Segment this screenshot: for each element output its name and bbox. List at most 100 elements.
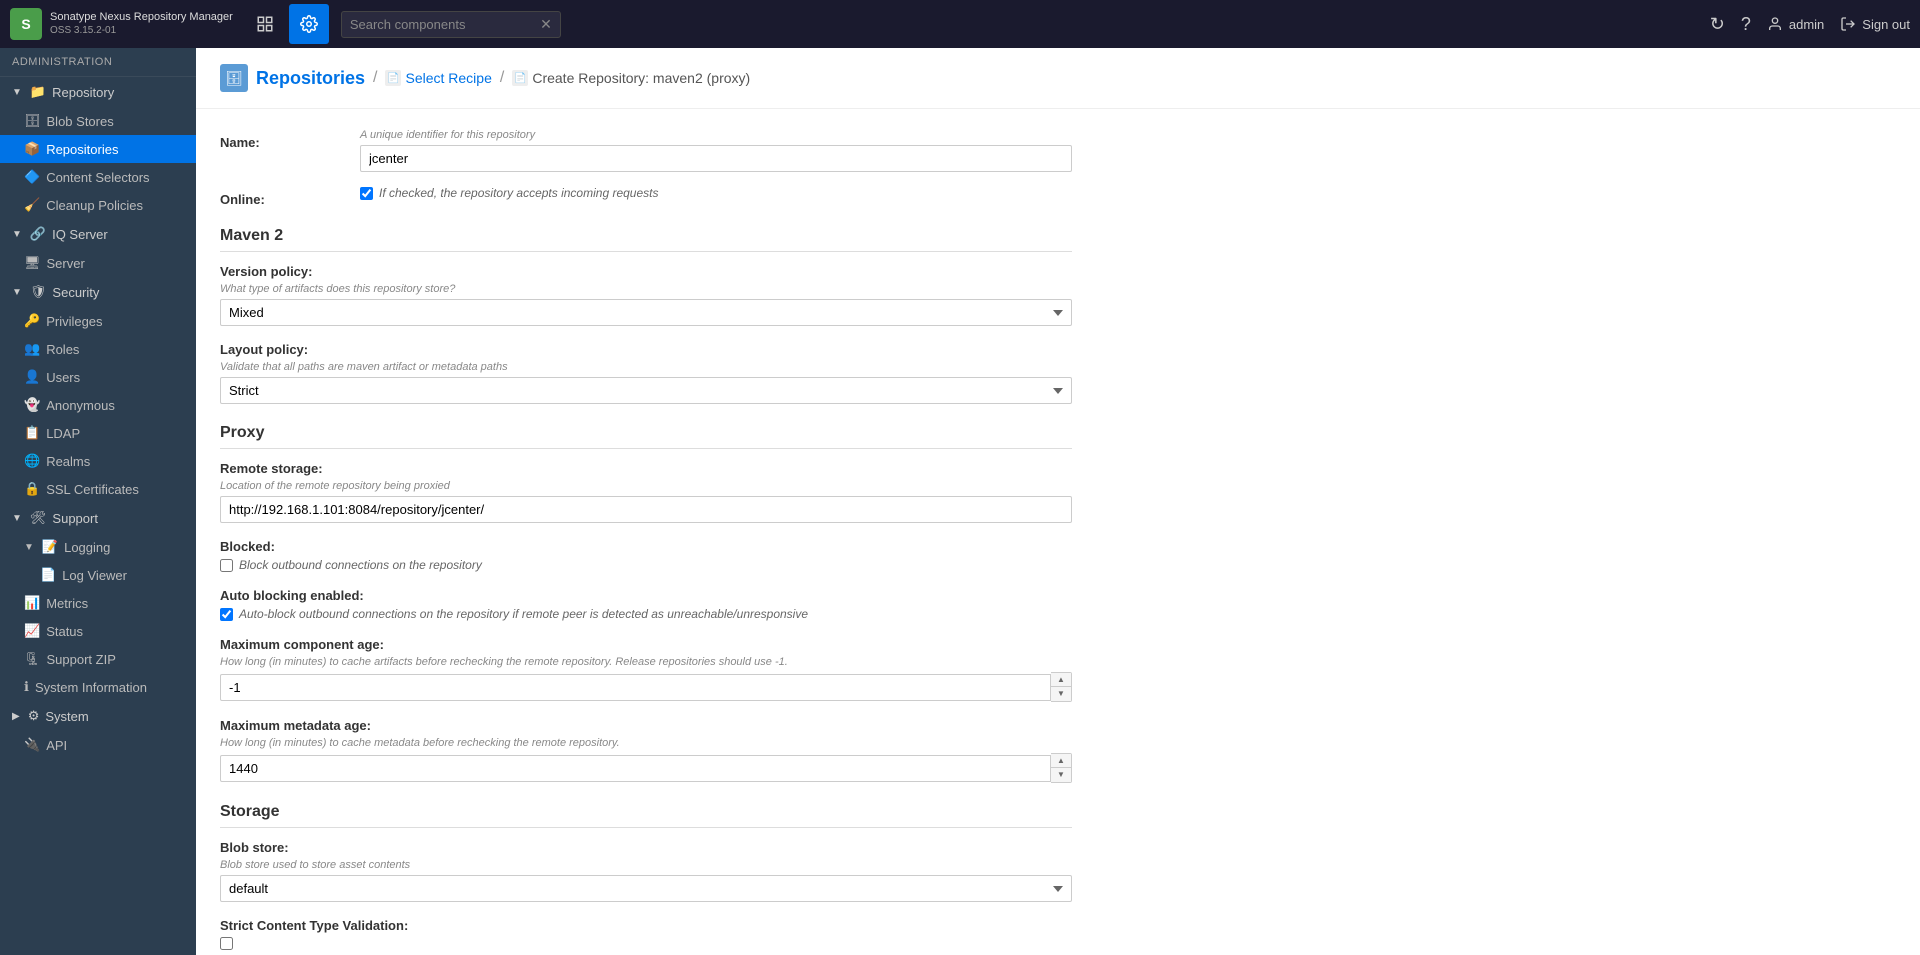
- sidebar-group-security[interactable]: ▼ 🛡 Security: [0, 277, 196, 307]
- blocked-label: Blocked:: [220, 539, 1072, 554]
- sidebar-section-repository: ▼ 📁 Repository 🗄 Blob Stores 📦 Repositor…: [0, 77, 196, 219]
- name-input[interactable]: [360, 145, 1072, 172]
- sidebar-item-status[interactable]: 📈 Status: [0, 617, 196, 645]
- api-icon: 🔌: [24, 737, 40, 753]
- version-policy-select[interactable]: Mixed Release Snapshot: [220, 299, 1072, 326]
- sidebar-item-blob-stores[interactable]: 🗄 Blob Stores: [0, 107, 196, 135]
- sidebar-item-users[interactable]: 👤 Users: [0, 363, 196, 391]
- privileges-icon: 🔑: [24, 313, 40, 329]
- logging-label: Logging: [64, 540, 110, 555]
- app-logo-text: Sonatype Nexus Repository Manager OSS 3.…: [50, 11, 233, 36]
- metrics-icon: 📊: [24, 595, 40, 611]
- header-icons: [245, 4, 329, 44]
- admin-icon-btn[interactable]: [289, 4, 329, 44]
- sidebar-item-server[interactable]: 🖥 Server: [0, 249, 196, 277]
- repositories-icon: 📦: [24, 141, 40, 157]
- metrics-label: Metrics: [46, 596, 88, 611]
- security-label: Security: [52, 285, 99, 300]
- content-selectors-icon: 🔷: [24, 169, 40, 185]
- max-component-age-up[interactable]: ▲: [1051, 673, 1071, 687]
- search-input[interactable]: [350, 17, 540, 32]
- max-component-age-spinners: ▲ ▼: [1051, 672, 1072, 702]
- max-component-age-block: Maximum component age: How long (in minu…: [220, 637, 1072, 702]
- blob-stores-label: Blob Stores: [47, 114, 114, 129]
- sidebar-item-support-zip[interactable]: 🗜 Support ZIP: [0, 645, 196, 673]
- auto-blocking-checkbox[interactable]: [220, 608, 233, 621]
- log-viewer-label: Log Viewer: [62, 568, 127, 583]
- header-right: ↻ ? admin Sign out: [1710, 14, 1910, 35]
- blob-store-hint: Blob store used to store asset contents: [220, 859, 1072, 871]
- max-metadata-age-up[interactable]: ▲: [1051, 754, 1071, 768]
- search-clear-icon[interactable]: ✕: [540, 16, 552, 33]
- realms-label: Realms: [46, 454, 90, 469]
- max-metadata-age-down[interactable]: ▼: [1051, 768, 1071, 782]
- online-checkbox[interactable]: [360, 187, 373, 200]
- user-section[interactable]: admin: [1767, 16, 1824, 32]
- layout-policy-select[interactable]: Strict Permissive: [220, 377, 1072, 404]
- content-selectors-label: Content Selectors: [46, 170, 149, 185]
- breadcrumb-select-recipe-label: Select Recipe: [405, 70, 491, 86]
- remote-storage-block: Remote storage: Location of the remote r…: [220, 461, 1072, 523]
- server-icon: 🖥: [24, 255, 41, 271]
- main-layout: Administration ▼ 📁 Repository 🗄 Blob Sto…: [0, 48, 1920, 955]
- sidebar-item-ldap[interactable]: 📋 LDAP: [0, 419, 196, 447]
- sidebar-group-iq-server[interactable]: ▼ 🔗 IQ Server: [0, 219, 196, 249]
- sidebar-item-logging-group[interactable]: ▼ 📝 Logging: [0, 533, 196, 561]
- help-icon[interactable]: ?: [1741, 14, 1751, 35]
- online-input-col: If checked, the repository accepts incom…: [360, 186, 1072, 200]
- sidebar-item-ssl-certificates[interactable]: 🔒 SSL Certificates: [0, 475, 196, 503]
- sidebar-item-metrics[interactable]: 📊 Metrics: [0, 589, 196, 617]
- search-box: ✕: [341, 11, 561, 38]
- max-component-age-label: Maximum component age:: [220, 637, 1072, 652]
- max-metadata-age-input[interactable]: [220, 755, 1051, 782]
- ssl-certs-icon: 🔒: [24, 481, 40, 497]
- sidebar-group-repository[interactable]: ▼ 📁 Repository: [0, 77, 196, 107]
- breadcrumb-select-recipe-link[interactable]: 📄 Select Recipe: [385, 70, 491, 86]
- max-component-age-down[interactable]: ▼: [1051, 687, 1071, 701]
- select-recipe-icon: 📄: [385, 70, 401, 86]
- max-metadata-age-input-wrapper: ▲ ▼: [220, 753, 1072, 783]
- sidebar-item-anonymous[interactable]: 👻 Anonymous: [0, 391, 196, 419]
- refresh-icon[interactable]: ↻: [1710, 14, 1725, 35]
- layout-policy-hint: Validate that all paths are maven artifa…: [220, 361, 1072, 373]
- sidebar-item-system-information[interactable]: ℹ System Information: [0, 673, 196, 701]
- status-icon: 📈: [24, 623, 40, 639]
- logging-chevron: ▼: [24, 542, 34, 553]
- chevron-icon: ▼: [12, 229, 22, 240]
- chevron-icon: ▼: [12, 87, 22, 98]
- sidebar-item-repositories[interactable]: 📦 Repositories: [0, 135, 196, 163]
- signout-label: Sign out: [1862, 17, 1910, 32]
- breadcrumb-sep2: /: [500, 69, 504, 87]
- sidebar-item-api[interactable]: 🔌 API: [0, 731, 196, 759]
- form-area: Name: A unique identifier for this repos…: [196, 109, 1096, 955]
- breadcrumb-repositories-link[interactable]: Repositories: [256, 68, 365, 89]
- signout-section[interactable]: Sign out: [1840, 16, 1910, 32]
- sidebar-item-cleanup-policies[interactable]: 🧹 Cleanup Policies: [0, 191, 196, 219]
- storage-section-heading: Storage: [220, 803, 1072, 828]
- blob-store-select[interactable]: default: [220, 875, 1072, 902]
- sidebar-item-log-viewer[interactable]: 📄 Log Viewer: [0, 561, 196, 589]
- online-checkbox-label: If checked, the repository accepts incom…: [379, 186, 658, 200]
- sidebar-group-support[interactable]: ▼ 🛠 Support: [0, 503, 196, 533]
- layout-policy-block: Layout policy: Validate that all paths a…: [220, 342, 1072, 404]
- strict-content-label: Strict Content Type Validation:: [220, 918, 1072, 933]
- realms-icon: 🌐: [24, 453, 40, 469]
- sidebar-group-system[interactable]: ▶ ⚙ System: [0, 701, 196, 731]
- strict-content-checkbox[interactable]: [220, 937, 233, 950]
- app-logo-icon: S: [10, 8, 42, 40]
- remote-storage-input[interactable]: [220, 496, 1072, 523]
- support-zip-label: Support ZIP: [47, 652, 116, 667]
- max-component-age-input[interactable]: [220, 674, 1051, 701]
- max-metadata-age-label: Maximum metadata age:: [220, 718, 1072, 733]
- ldap-icon: 📋: [24, 425, 40, 441]
- browse-icon-btn[interactable]: [245, 4, 285, 44]
- sidebar-item-content-selectors[interactable]: 🔷 Content Selectors: [0, 163, 196, 191]
- sidebar-item-realms[interactable]: 🌐 Realms: [0, 447, 196, 475]
- ssl-certs-label: SSL Certificates: [46, 482, 139, 497]
- sidebar-item-privileges[interactable]: 🔑 Privileges: [0, 307, 196, 335]
- system-info-label: System Information: [35, 680, 147, 695]
- blocked-checkbox[interactable]: [220, 559, 233, 572]
- current-icon: 📄: [512, 70, 528, 86]
- name-input-col: A unique identifier for this repository: [360, 129, 1072, 172]
- sidebar-item-roles[interactable]: 👥 Roles: [0, 335, 196, 363]
